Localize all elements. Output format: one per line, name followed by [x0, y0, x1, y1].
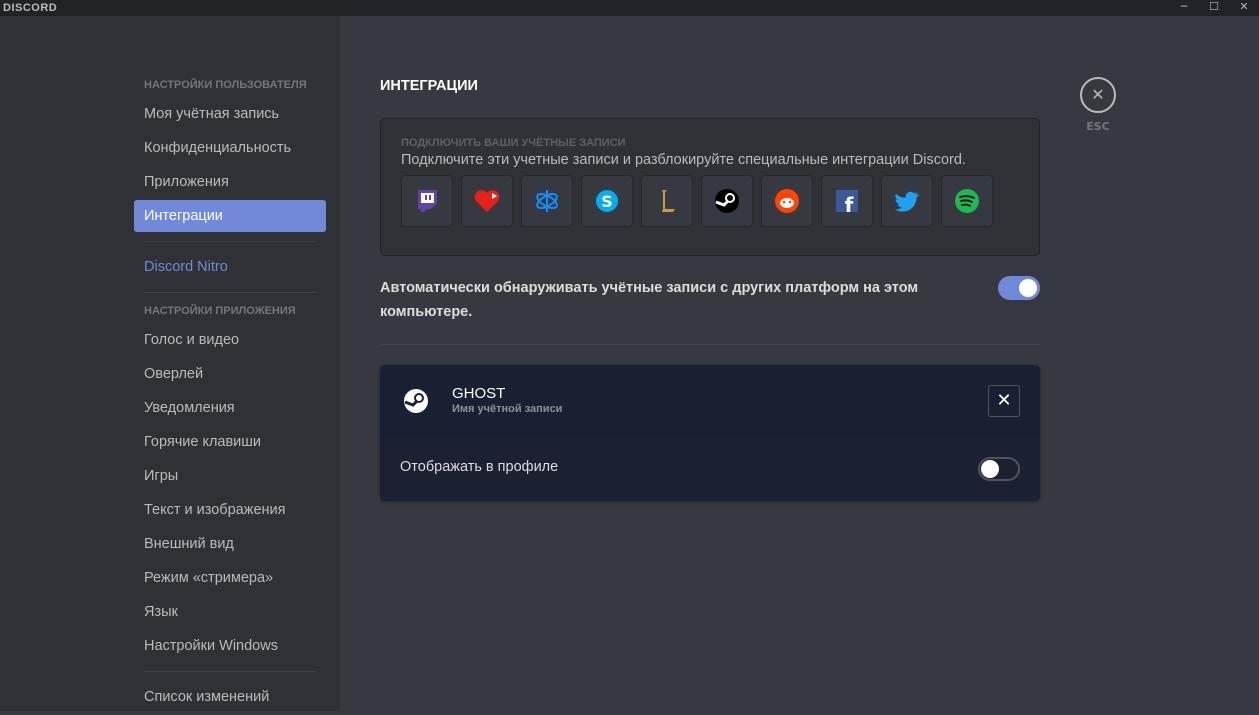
toggle-knob [1019, 279, 1037, 297]
settings-sidebar: НАСТРОЙКИ ПОЛЬЗОВАТЕЛЯ Моя учётная запис… [0, 16, 340, 711]
connect-accounts-card: ПОДКЛЮЧИТЬ ВАШИ УЧЁТНЫЕ ЗАПИСИ Подключит… [380, 118, 1040, 256]
connect-skype-button[interactable]: S [581, 175, 633, 227]
app-settings-header: НАСТРОЙКИ ПРИЛОЖЕНИЯ [144, 305, 296, 317]
auto-detect-toggle[interactable] [998, 276, 1040, 300]
connect-spotify-button[interactable] [941, 175, 993, 227]
connect-facebook-button[interactable]: f [821, 175, 873, 227]
divider [144, 241, 316, 242]
twitter-icon [895, 191, 919, 212]
show-on-profile-toggle[interactable] [978, 457, 1020, 481]
page-title: ИНТЕГРАЦИИ [380, 78, 478, 94]
steam-icon [715, 189, 739, 213]
connected-account-card: GHOST Имя учётной записи ✕ Отображать в … [380, 365, 1040, 501]
auto-detect-label: Автоматически обнаруживать учётные запис… [380, 280, 919, 320]
connect-twitch-button[interactable] [401, 175, 453, 227]
connect-reddit-button[interactable] [761, 175, 813, 227]
sidebar-item-overlay[interactable]: Оверлей [134, 358, 326, 390]
sidebar-item-voice[interactable]: Голос и видео [134, 324, 326, 356]
close-window-button[interactable]: ✕ [1229, 0, 1259, 16]
show-on-profile-label: Отображать в профиле [400, 459, 559, 475]
title-bar: DISCORD ─ ☐ ✕ [0, 0, 1259, 16]
sidebar-item-privacy[interactable]: Конфиденциальность [134, 132, 326, 164]
sidebar-item-notifications[interactable]: Уведомления [134, 392, 326, 424]
divider [144, 671, 316, 672]
steam-icon [404, 389, 428, 413]
sidebar-item-games[interactable]: Игры [134, 460, 326, 492]
connect-battlenet-button[interactable] [521, 175, 573, 227]
close-settings[interactable]: ✕ ESC [1080, 77, 1116, 133]
minimize-button[interactable]: ─ [1169, 0, 1199, 16]
connect-description: Подключите эти учетные записи и разблоки… [401, 152, 966, 168]
connect-twitter-button[interactable] [881, 175, 933, 227]
skype-icon: S [596, 190, 618, 212]
maximize-button[interactable]: ☐ [1199, 0, 1229, 16]
sidebar-item-text-images[interactable]: Текст и изображения [134, 494, 326, 526]
sidebar-item-language[interactable]: Язык [134, 596, 326, 628]
league-of-legends-icon [662, 190, 675, 212]
youtube-icon [474, 190, 500, 212]
sidebar-item-keybinds[interactable]: Горячие клавиши [134, 426, 326, 458]
close-icon[interactable]: ✕ [1080, 77, 1116, 113]
twitch-icon [418, 190, 437, 212]
connect-title: ПОДКЛЮЧИТЬ ВАШИ УЧЁТНЫЕ ЗАПИСИ [401, 137, 626, 149]
discord-logo: DISCORD [3, 2, 58, 14]
account-name-caption: Имя учётной записи [452, 403, 563, 415]
divider [380, 344, 1040, 345]
battlenet-icon [536, 190, 558, 212]
sidebar-item-changelog[interactable]: Список изменений [134, 681, 326, 713]
sidebar-item-streamer-mode[interactable]: Режим «стримера» [134, 562, 326, 594]
user-settings-header: НАСТРОЙКИ ПОЛЬЗОВАТЕЛЯ [144, 79, 307, 91]
toggle-knob [981, 460, 999, 478]
sidebar-item-nitro[interactable]: Discord Nitro [134, 251, 326, 283]
sidebar-item-apps[interactable]: Приложения [134, 166, 326, 198]
connect-lol-button[interactable] [641, 175, 693, 227]
account-name: GHOST [452, 385, 506, 402]
svg-text:S: S [601, 192, 613, 211]
esc-label: ESC [1086, 120, 1110, 133]
facebook-icon: f [836, 190, 858, 215]
sidebar-item-my-account[interactable]: Моя учётная запись [134, 98, 326, 130]
sidebar-item-integrations[interactable]: Интеграции [134, 200, 326, 232]
divider [144, 292, 316, 293]
disconnect-button[interactable]: ✕ [988, 385, 1020, 417]
sidebar-item-windows-settings[interactable]: Настройки Windows [134, 630, 326, 662]
spotify-icon [955, 189, 979, 213]
connect-steam-button[interactable] [701, 175, 753, 227]
sidebar-item-appearance[interactable]: Внешний вид [134, 528, 326, 560]
reddit-icon [775, 189, 799, 213]
svg-text:f: f [845, 193, 854, 215]
connect-youtube-button[interactable] [461, 175, 513, 227]
